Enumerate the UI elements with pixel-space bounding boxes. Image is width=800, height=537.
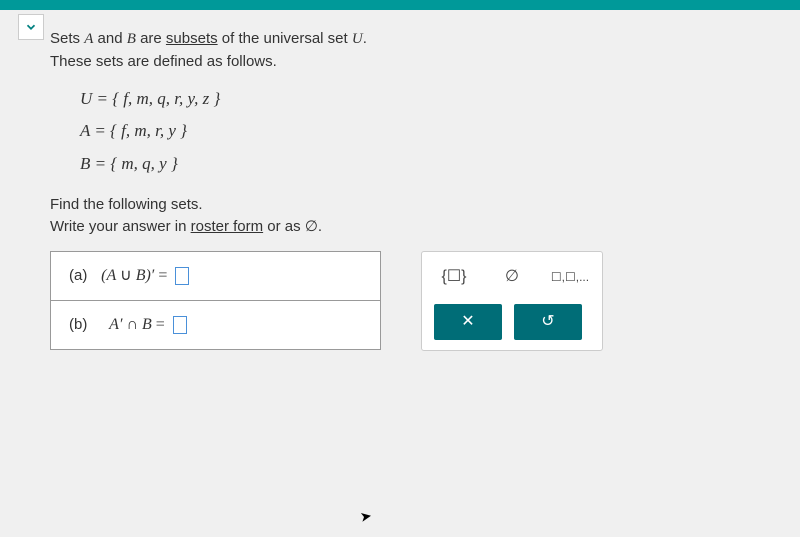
text: A′ <box>109 316 126 333</box>
instruction-line1: Find the following sets. <box>50 194 760 217</box>
top-bar <box>0 0 800 10</box>
equals: = <box>154 267 171 284</box>
roster-form-link[interactable]: roster form <box>191 218 264 235</box>
part-b-expr: A′ ∩ B = <box>101 316 169 333</box>
set-a-def: A = { f, m, r, y } <box>80 115 760 147</box>
text: and <box>93 30 126 47</box>
part-a-cell: (a) (A ∪ B)′ = <box>51 251 381 300</box>
part-b-input[interactable] <box>173 316 187 334</box>
table-row: (b) A′ ∩ B = <box>51 300 381 349</box>
text: . <box>363 30 367 47</box>
text: (A <box>101 267 120 284</box>
palette-symbols-row: {☐} ∅ ☐,☐,... <box>434 262 590 292</box>
instruction-line2: Write your answer in roster form or as ∅… <box>50 216 760 239</box>
union-op: ∪ <box>120 267 132 284</box>
palette-actions-row: ✕ ↺ <box>434 304 590 340</box>
sets-definitions: U = { f, m, q, r, y, z } A = { f, m, r, … <box>80 83 760 180</box>
mouse-cursor-icon: ➤ <box>359 507 374 526</box>
part-b-cell: (b) A′ ∩ B = <box>51 300 381 349</box>
intro-text: Sets A and B are subsets of the universa… <box>50 28 760 73</box>
text: B <box>138 316 152 333</box>
var-a: A <box>84 31 93 47</box>
list-button[interactable]: ☐,☐,... <box>550 262 590 292</box>
part-a-expr: (A ∪ B)′ = <box>101 267 171 284</box>
empty-set-button[interactable]: ∅ <box>492 262 532 292</box>
expand-toggle[interactable] <box>18 14 44 40</box>
intro-line1: Sets A and B are subsets of the universa… <box>50 30 367 47</box>
part-a-label: (a) <box>69 265 97 288</box>
text: . <box>318 218 322 235</box>
chevron-down-icon <box>24 20 38 34</box>
reset-button[interactable]: ↺ <box>514 304 582 340</box>
var-b: B <box>127 31 136 47</box>
empty-set-symbol: ∅ <box>305 218 318 235</box>
clear-button[interactable]: ✕ <box>434 304 502 340</box>
instruction-text: Find the following sets. Write your answ… <box>50 194 760 239</box>
subsets-link[interactable]: subsets <box>166 30 218 47</box>
var-u: U <box>352 31 363 47</box>
answer-table: (a) (A ∪ B)′ = (b) A′ ∩ B = <box>50 251 381 350</box>
text: of the universal set <box>218 30 352 47</box>
text: B)′ <box>132 267 155 284</box>
text: Sets <box>50 30 84 47</box>
text: Write your answer in <box>50 218 191 235</box>
table-row: (a) (A ∪ B)′ = <box>51 251 381 300</box>
equals: = <box>152 316 169 333</box>
intro-line2: These sets are defined as follows. <box>50 53 277 70</box>
set-u-def: U = { f, m, q, r, y, z } <box>80 83 760 115</box>
symbol-palette: {☐} ∅ ☐,☐,... ✕ ↺ <box>421 251 603 351</box>
braces-button[interactable]: {☐} <box>434 262 474 292</box>
intersect-op: ∩ <box>126 316 138 333</box>
workspace: (a) (A ∪ B)′ = (b) A′ ∩ B = <box>50 251 760 351</box>
part-a-input[interactable] <box>175 267 189 285</box>
reset-icon: ↺ <box>541 310 554 334</box>
text: or as <box>263 218 305 235</box>
text: are <box>136 30 166 47</box>
question-content: Sets A and B are subsets of the universa… <box>0 10 800 371</box>
part-b-label: (b) <box>69 314 97 337</box>
set-b-def: B = { m, q, y } <box>80 148 760 180</box>
close-icon: ✕ <box>461 310 474 334</box>
